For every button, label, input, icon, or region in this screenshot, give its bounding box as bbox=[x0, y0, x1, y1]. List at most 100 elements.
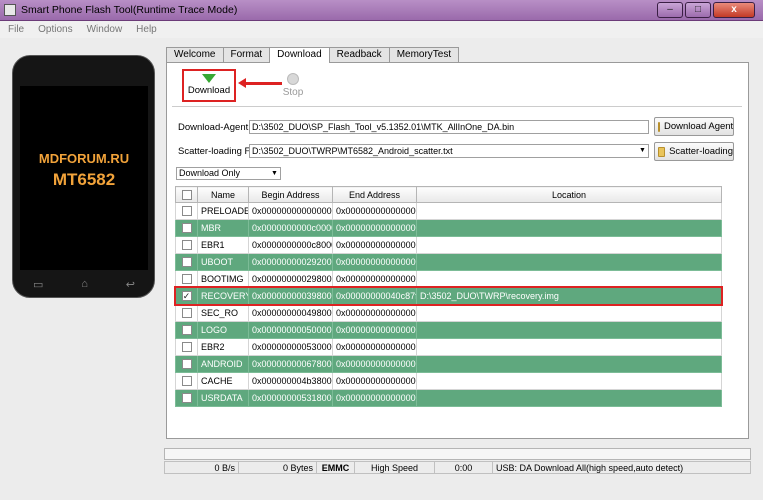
cell-name: MBR bbox=[197, 219, 249, 237]
download-mode-value: Download Only bbox=[179, 168, 241, 178]
status-message: USB: DA Download All(high speed,auto det… bbox=[493, 461, 751, 474]
row-checkbox[interactable] bbox=[181, 342, 192, 353]
table-row[interactable]: PRELOADER0x00000000000000000x00000000000… bbox=[175, 202, 722, 220]
download-arrow-icon bbox=[202, 74, 216, 83]
cell-end: 0x0000000000000000 bbox=[332, 219, 417, 237]
row-checkbox-cell[interactable] bbox=[175, 372, 198, 390]
row-checkbox[interactable] bbox=[181, 240, 192, 251]
row-checkbox[interactable] bbox=[181, 308, 192, 319]
row-checkbox[interactable] bbox=[181, 325, 192, 336]
chevron-down-icon[interactable]: ▼ bbox=[270, 169, 279, 179]
tab-readback[interactable]: Readback bbox=[328, 47, 390, 62]
row-checkbox[interactable] bbox=[181, 376, 192, 387]
table-row[interactable]: UBOOT0x00000000029200000x000000000000000… bbox=[175, 253, 722, 271]
select-all-header[interactable] bbox=[175, 186, 198, 203]
row-checkbox[interactable] bbox=[181, 393, 192, 404]
row-checkbox-cell[interactable] bbox=[175, 236, 198, 254]
cell-location[interactable] bbox=[416, 219, 722, 237]
table-row[interactable]: USRDATA0x00000000531800000x0000000000000… bbox=[175, 389, 722, 407]
row-checkbox[interactable] bbox=[181, 359, 192, 370]
scatter-loading-button[interactable]: Scatter-loading bbox=[654, 142, 734, 161]
progress-bar bbox=[164, 448, 751, 460]
cell-end: 0x0000000000000000 bbox=[332, 389, 417, 407]
cell-name: EBR2 bbox=[197, 338, 249, 356]
row-checkbox-cell[interactable]: ✓ bbox=[175, 287, 198, 305]
menu-help[interactable]: Help bbox=[136, 24, 157, 35]
tab-welcome[interactable]: Welcome bbox=[166, 47, 224, 62]
cell-location[interactable] bbox=[416, 236, 722, 254]
cell-location[interactable] bbox=[416, 389, 722, 407]
close-button[interactable]: x bbox=[713, 2, 755, 18]
row-checkbox-cell[interactable] bbox=[175, 270, 198, 288]
row-checkbox[interactable] bbox=[181, 223, 192, 234]
cell-location[interactable] bbox=[416, 355, 722, 373]
cell-end: 0x0000000000000000 bbox=[332, 355, 417, 373]
cell-end: 0x0000000000000000 bbox=[332, 236, 417, 254]
download-agent-button[interactable]: Download Agent bbox=[654, 117, 734, 136]
row-checkbox-cell[interactable] bbox=[175, 338, 198, 356]
maximize-button[interactable]: □ bbox=[685, 2, 711, 18]
cell-location[interactable] bbox=[416, 202, 722, 220]
row-checkbox-cell[interactable] bbox=[175, 355, 198, 373]
stop-button[interactable]: Stop bbox=[282, 73, 304, 98]
cell-name: CACHE bbox=[197, 372, 249, 390]
table-row[interactable]: ✓ RECOVERY0x00000000039800000x00000000040… bbox=[175, 287, 722, 305]
row-checkbox-cell[interactable] bbox=[175, 202, 198, 220]
status-speed: 0 B/s bbox=[164, 461, 239, 474]
row-checkbox[interactable] bbox=[181, 257, 192, 268]
menu-window[interactable]: Window bbox=[87, 24, 123, 35]
row-checkbox[interactable]: ✓ bbox=[181, 291, 192, 302]
minimize-button[interactable]: ‒ bbox=[657, 2, 683, 18]
scatter-value: D:\3502_DUO\TWRP\MT6582_Android_scatter.… bbox=[252, 146, 453, 156]
status-bar: 0 B/s 0 Bytes EMMC High Speed 0:00 USB: … bbox=[164, 461, 751, 474]
tab-bar: Welcome Format Download Readback MemoryT… bbox=[166, 47, 460, 63]
table-row[interactable]: CACHE0x000000004b3800000x000000000000000… bbox=[175, 372, 722, 390]
table-row[interactable]: MBR0x0000000000c000000x0000000000000000 bbox=[175, 219, 722, 237]
cell-location[interactable] bbox=[416, 253, 722, 271]
phone-brand: MDFORUM.RU bbox=[38, 151, 130, 166]
cell-end: 0x0000000000000000 bbox=[332, 372, 417, 390]
download-mode-select[interactable]: Download Only ▼ bbox=[176, 167, 281, 180]
cell-location[interactable] bbox=[416, 304, 722, 322]
status-bytes: 0 Bytes bbox=[239, 461, 317, 474]
cell-location[interactable] bbox=[416, 270, 722, 288]
table-row[interactable]: ANDROID0x00000000067800000x0000000000000… bbox=[175, 355, 722, 373]
scatter-field[interactable]: D:\3502_DUO\TWRP\MT6582_Android_scatter.… bbox=[249, 144, 649, 158]
row-checkbox[interactable] bbox=[181, 206, 192, 217]
app-icon bbox=[4, 4, 16, 16]
folder-icon bbox=[658, 146, 666, 157]
cell-end: 0x0000000000000000 bbox=[332, 270, 417, 288]
download-agent-field[interactable]: D:\3502_DUO\SP_Flash_Tool_v5.1352.01\MTK… bbox=[249, 120, 649, 134]
table-row[interactable]: EBR10x0000000000c800000x0000000000000000 bbox=[175, 236, 722, 254]
cell-end: 0x0000000000000000 bbox=[332, 202, 417, 220]
row-checkbox[interactable] bbox=[181, 274, 192, 285]
chevron-down-icon[interactable]: ▼ bbox=[638, 146, 647, 156]
cell-location[interactable] bbox=[416, 372, 722, 390]
cell-begin: 0x0000000000c00000 bbox=[248, 219, 333, 237]
tab-memorytest[interactable]: MemoryTest bbox=[388, 47, 460, 62]
download-button[interactable]: Download bbox=[182, 69, 236, 102]
annotation-arrow bbox=[238, 78, 282, 88]
row-checkbox-cell[interactable] bbox=[175, 304, 198, 322]
row-checkbox-cell[interactable] bbox=[175, 389, 198, 407]
cell-location[interactable] bbox=[416, 338, 722, 356]
header-location: Location bbox=[416, 186, 722, 203]
table-row[interactable]: LOGO0x00000000050000000x0000000000000000 bbox=[175, 321, 722, 339]
tab-format[interactable]: Format bbox=[222, 47, 271, 62]
cell-end: 0x0000000000000000 bbox=[332, 304, 417, 322]
menu-options[interactable]: Options bbox=[38, 24, 72, 35]
select-all-checkbox[interactable] bbox=[181, 189, 192, 200]
table-row[interactable]: BOOTIMG0x00000000029800000x0000000000000… bbox=[175, 270, 722, 288]
row-checkbox-cell[interactable] bbox=[175, 253, 198, 271]
table-row[interactable]: SEC_RO0x00000000049800000x00000000000000… bbox=[175, 304, 722, 322]
cell-location[interactable] bbox=[416, 321, 722, 339]
menu-file[interactable]: File bbox=[8, 24, 24, 35]
row-checkbox-cell[interactable] bbox=[175, 321, 198, 339]
home-key-icon: ⌂ bbox=[81, 278, 88, 290]
phone-screen: MDFORUM.RU MT6582 bbox=[20, 86, 148, 270]
table-row[interactable]: EBR20x00000000053000000x0000000000000000 bbox=[175, 338, 722, 356]
tab-download[interactable]: Download bbox=[269, 47, 330, 63]
cell-location[interactable]: D:\3502_DUO\TWRP\recovery.img bbox=[416, 287, 722, 305]
status-storage: EMMC bbox=[317, 461, 355, 474]
row-checkbox-cell[interactable] bbox=[175, 219, 198, 237]
